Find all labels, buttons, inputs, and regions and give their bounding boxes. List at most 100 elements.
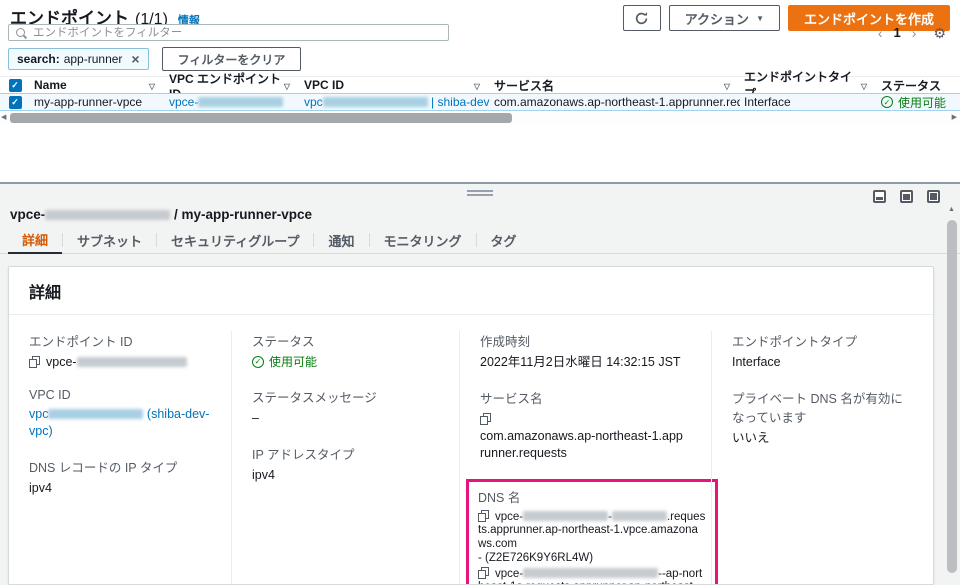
tab-monitoring[interactable]: モニタリング — [370, 227, 476, 253]
dns-name-entry: vpce--.requests.apprunner.ap-northeast-1… — [478, 510, 706, 566]
split-panel-drag-handle[interactable] — [467, 190, 493, 198]
select-all-checkbox[interactable] — [9, 79, 22, 92]
table-row[interactable]: my-app-runner-vpce vpce- vpc | shiba-dev… — [0, 93, 960, 111]
sort-icon[interactable] — [284, 78, 290, 92]
panel-size-large-icon[interactable] — [927, 190, 940, 203]
redacted-text — [48, 409, 143, 419]
copy-icon[interactable] — [480, 413, 491, 425]
vertical-scrollbar-thumb[interactable] — [947, 220, 957, 573]
scroll-right-icon[interactable] — [952, 112, 957, 124]
field-label: ステータスメッセージ — [252, 387, 439, 406]
column-header-name[interactable]: Name — [30, 78, 165, 92]
copy-icon[interactable] — [29, 356, 40, 368]
field-label: DNS レコードの IP タイプ — [29, 457, 211, 476]
panel-size-medium-icon[interactable] — [900, 190, 913, 203]
service-name-value: com.amazonaws.ap-northeast-1.apprunner.r… — [480, 428, 685, 462]
details-card-heading: 詳細 — [9, 267, 933, 315]
dns-text: vpce- — [495, 511, 523, 523]
refresh-icon — [634, 11, 649, 26]
vpc-id-link[interactable]: vpc | shiba-dev-vpc — [304, 95, 490, 109]
column-label: VPC ID — [304, 78, 344, 92]
status-label: 使用可能 — [269, 354, 317, 370]
vpc-id-prefix: vpc — [29, 407, 48, 421]
field-label: プライベート DNS 名が有効になっています — [732, 388, 913, 426]
copy-icon[interactable] — [478, 510, 489, 522]
scroll-left-icon[interactable] — [1, 112, 6, 124]
next-page-arrow[interactable]: › — [912, 26, 917, 40]
cell-vpce-id: vpce- — [165, 95, 300, 109]
sort-icon[interactable] — [149, 78, 155, 92]
refresh-button[interactable] — [623, 5, 661, 31]
panel-title-suffix: / my-app-runner-vpce — [170, 207, 312, 222]
field-endpoint-id: エンドポイント ID vpce- — [29, 331, 211, 371]
cell-endpoint-type: Interface — [740, 95, 877, 109]
field-status: ステータス 使用可能 — [252, 331, 439, 370]
column-header-status[interactable]: ステータス — [877, 77, 960, 94]
redacted-text — [523, 511, 608, 521]
cell-service-name: com.amazonaws.ap-northeast-1.apprunner.r… — [490, 95, 740, 109]
select-all-cell — [0, 79, 30, 92]
sort-icon[interactable] — [474, 78, 480, 92]
field-label: IP アドレスタイプ — [252, 444, 439, 463]
filter-token-key: search: — [17, 52, 60, 66]
column-label: Name — [34, 78, 67, 92]
tab-notifications[interactable]: 通知 — [314, 227, 368, 253]
field-value: ipv4 — [252, 467, 439, 484]
horizontal-scrollbar-thumb[interactable] — [10, 113, 512, 123]
tab-security-groups[interactable]: セキュリティグループ — [157, 227, 313, 253]
filter-token-value: app-runner — [64, 52, 123, 66]
field-dns-record-ip-type: DNS レコードの IP タイプ ipv4 — [29, 457, 211, 497]
redacted-text — [523, 568, 658, 578]
tab-tags[interactable]: タグ — [477, 227, 531, 253]
field-created-at: 作成時刻 2022年11月2日水曜日 14:32:15 JST — [480, 331, 691, 371]
endpoint-id-prefix: vpce- — [46, 355, 77, 369]
detail-tabs: 詳細 サブネット セキュリティグループ 通知 モニタリング タグ — [0, 227, 960, 254]
prev-page-arrow[interactable]: ‹ — [878, 26, 883, 40]
copy-icon[interactable] — [478, 567, 489, 579]
detail-column-2: ステータス 使用可能 ステータスメッセージ – IP アドレスタイプ ipv4 — [231, 331, 459, 585]
filter-search-input[interactable] — [33, 27, 442, 39]
vertical-scrollbar[interactable] — [946, 206, 958, 573]
panel-size-small-icon[interactable] — [873, 190, 886, 203]
field-label: エンドポイント ID — [29, 331, 211, 350]
vpc-id-link[interactable]: vpc (shiba-dev-vpc) — [29, 407, 209, 438]
vpce-id-link[interactable]: vpce- — [169, 95, 283, 109]
actions-button[interactable]: アクション — [669, 5, 780, 31]
clear-filters-label: フィルターをクリア — [178, 51, 286, 68]
status-label: 使用可能 — [898, 94, 946, 111]
tab-subnets[interactable]: サブネット — [63, 227, 156, 253]
field-private-dns: プライベート DNS 名が有効になっています いいえ — [732, 388, 913, 447]
sort-icon[interactable] — [861, 78, 867, 92]
split-detail-panel: vpce- / my-app-runner-vpce 詳細 サブネット セキュリ… — [0, 186, 960, 575]
dns-text: --ap- — [658, 568, 682, 580]
filter-search-box[interactable] — [8, 24, 449, 41]
search-icon — [15, 27, 27, 39]
page-number[interactable]: 1 — [894, 25, 901, 40]
panel-title-prefix: vpce- — [10, 207, 45, 222]
details-card-body: エンドポイント ID vpce- VPC ID vpc (shiba-dev-v… — [9, 315, 933, 585]
field-label: VPC ID — [29, 388, 211, 402]
field-value: いいえ — [732, 430, 913, 447]
endpoints-table-card: エンドポイント (1/1) 情報 アクション エンドポイントを作成 ‹ 1 › … — [0, 0, 960, 184]
redacted-text — [45, 210, 170, 220]
column-header-vpc-id[interactable]: VPC ID — [300, 78, 490, 92]
field-status-message: ステータスメッセージ – — [252, 387, 439, 427]
dns-text: vpce- — [495, 568, 523, 580]
field-label: サービス名 — [480, 388, 691, 407]
cell-status: 使用可能 — [877, 94, 960, 111]
detail-column-3: 作成時刻 2022年11月2日水曜日 14:32:15 JST サービス名 co… — [459, 331, 711, 585]
row-checkbox[interactable] — [9, 96, 22, 109]
column-header-service-name[interactable]: サービス名 — [490, 77, 740, 94]
filter-token-row: search: app-runner フィルターをクリア — [8, 47, 301, 71]
gear-icon[interactable] — [933, 26, 946, 40]
scroll-up-icon[interactable] — [948, 206, 955, 213]
cell-vpc-id: vpc | shiba-dev-vpc — [300, 95, 490, 109]
horizontal-scrollbar[interactable] — [0, 112, 960, 124]
field-ip-address-type: IP アドレスタイプ ipv4 — [252, 444, 439, 484]
panel-layout-controls — [873, 190, 940, 203]
tab-details[interactable]: 詳細 — [8, 227, 62, 254]
remove-token-icon[interactable] — [131, 51, 139, 67]
clear-filters-button[interactable]: フィルターをクリア — [162, 47, 302, 71]
sort-icon[interactable] — [724, 78, 730, 92]
pagination: ‹ 1 › — [878, 25, 946, 40]
